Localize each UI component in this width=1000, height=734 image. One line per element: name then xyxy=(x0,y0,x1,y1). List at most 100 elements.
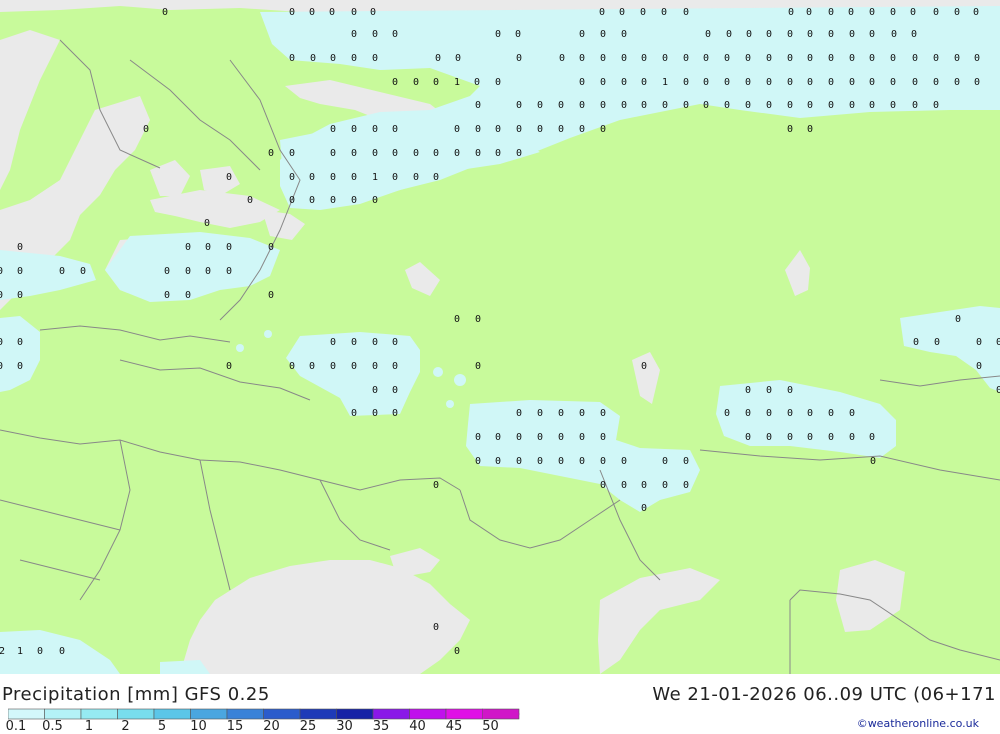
precip-value: 0 xyxy=(641,100,647,111)
precip-value: 0 xyxy=(912,100,918,111)
precip-value: 0 xyxy=(475,124,481,135)
precip-value: 0 xyxy=(309,7,315,18)
precip-value: 0 xyxy=(289,7,295,18)
precip-value: 0 xyxy=(807,432,813,443)
precip-value: 0 xyxy=(475,100,481,111)
precip-value: 0 xyxy=(703,100,709,111)
precip-value: 0 xyxy=(807,100,813,111)
precip-value: 1 xyxy=(662,77,668,88)
precip-value: 0 xyxy=(870,456,876,467)
precip-value: 0 xyxy=(268,290,274,301)
precip-value: 0 xyxy=(351,7,357,18)
precip-value: 0 xyxy=(724,408,730,419)
precip-value: 0 xyxy=(912,77,918,88)
precip-value: 0 xyxy=(351,195,357,206)
precip-value: 0 xyxy=(890,7,896,18)
precip-value: 0 xyxy=(558,100,564,111)
scale-swatch xyxy=(409,708,447,720)
precip-value: 0 xyxy=(621,53,627,64)
precip-value: 0 xyxy=(433,172,439,183)
precip-value: 0 xyxy=(143,124,149,135)
scale-swatch xyxy=(117,708,155,720)
precip-value: 0 xyxy=(537,432,543,443)
precip-value: 0 xyxy=(268,148,274,159)
precip-value: 0 xyxy=(0,337,3,348)
scale-label: 40 xyxy=(409,719,426,734)
precip-value: 0 xyxy=(185,266,191,277)
precip-value: 1 xyxy=(454,77,460,88)
precip-value: 0 xyxy=(185,290,191,301)
precip-value: 0 xyxy=(600,124,606,135)
precip-value: 0 xyxy=(766,432,772,443)
precip-value: 0 xyxy=(912,53,918,64)
scale-swatch xyxy=(80,708,118,720)
precip-value: 0 xyxy=(579,456,585,467)
precip-value: 0 xyxy=(495,148,501,159)
precip-value: 0 xyxy=(433,480,439,491)
scale-label: 45 xyxy=(445,719,463,734)
precip-value: 0 xyxy=(787,385,793,396)
precip-value: 0 xyxy=(289,172,295,183)
precip-value: 0 xyxy=(806,7,812,18)
precip-value: 0 xyxy=(330,337,336,348)
precip-value: 0 xyxy=(683,77,689,88)
precip-value: 0 xyxy=(185,242,191,253)
precip-value: 0 xyxy=(828,53,834,64)
precip-value: 0 xyxy=(309,361,315,372)
scale-swatch xyxy=(336,708,374,720)
precip-value: 0 xyxy=(787,53,793,64)
precip-value: 0 xyxy=(372,385,378,396)
precip-value: 0 xyxy=(289,148,295,159)
precip-value: 0 xyxy=(226,361,232,372)
precip-value: 0 xyxy=(662,456,668,467)
precip-value: 0 xyxy=(640,7,646,18)
precip-value: 0 xyxy=(641,361,647,372)
precip-value: 0 xyxy=(745,432,751,443)
precip-value: 0 xyxy=(869,29,875,40)
precip-value: 0 xyxy=(372,361,378,372)
precip-value: 0 xyxy=(454,646,460,657)
precip-value: 0 xyxy=(954,7,960,18)
precip-value: 0 xyxy=(392,29,398,40)
precip-value: 0 xyxy=(495,29,501,40)
precip-value: 0 xyxy=(558,456,564,467)
precip-value: 0 xyxy=(164,266,170,277)
precip-value: 0 xyxy=(683,456,689,467)
precip-value: 0 xyxy=(996,385,1000,396)
precip-value: 0 xyxy=(392,361,398,372)
precip-value: 0 xyxy=(372,195,378,206)
precip-value: 0 xyxy=(683,100,689,111)
scale-label: 5 xyxy=(157,719,167,734)
precip-value: 0 xyxy=(17,290,23,301)
scale-label: 30 xyxy=(336,719,353,734)
precip-value: 0 xyxy=(890,77,896,88)
precip-value: 0 xyxy=(579,408,585,419)
precip-value: 0 xyxy=(807,124,813,135)
precip-value: 0 xyxy=(372,29,378,40)
precip-value: 0 xyxy=(372,337,378,348)
precip-value: 0 xyxy=(330,124,336,135)
precip-value: 0 xyxy=(849,77,855,88)
precip-value: 0 xyxy=(433,622,439,633)
precip-value: 0 xyxy=(351,124,357,135)
precip-value: 0 xyxy=(807,53,813,64)
precip-value: 0 xyxy=(475,361,481,372)
precip-value: 0 xyxy=(869,100,875,111)
precip-value: 0 xyxy=(641,77,647,88)
precip-value: 0 xyxy=(787,124,793,135)
precip-value: 0 xyxy=(621,77,627,88)
precip-value: 0 xyxy=(890,53,896,64)
precip-value: 0 xyxy=(351,53,357,64)
precip-value: 0 xyxy=(516,53,522,64)
precipitation-map[interactable]: 0 0 0 0 0 0 0 0 0 0 0 0 0 0 0 0 0 0 0 0 0 0 0 0 0 0 0 0 0 0 0 0 0 0 0 0 0 0 0 0… xyxy=(0,0,1000,674)
precip-value: 0 xyxy=(619,7,625,18)
precip-value: 0 xyxy=(579,29,585,40)
precip-value: 0 xyxy=(495,456,501,467)
precip-value: 0 xyxy=(745,77,751,88)
precip-value: 0 xyxy=(849,53,855,64)
map-title: Precipitation [mm] GFS 0.25 xyxy=(2,684,270,705)
precip-value: 0 xyxy=(933,53,939,64)
precip-value: 1 xyxy=(17,646,23,657)
precip-value: 0 xyxy=(933,7,939,18)
precip-value: 0 xyxy=(746,29,752,40)
